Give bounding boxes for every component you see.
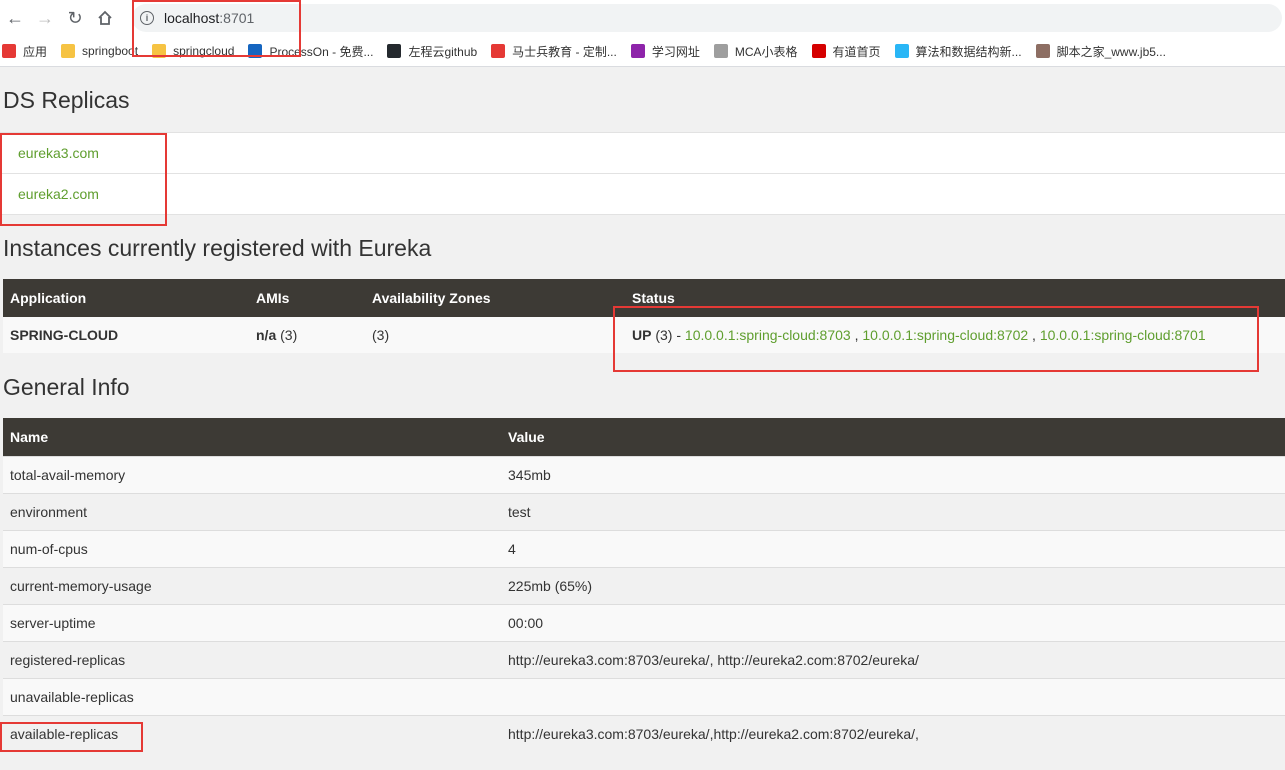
reload-icon[interactable]: ↻: [60, 3, 90, 33]
info-value: 345mb: [501, 456, 1285, 494]
info-value: [501, 678, 1285, 716]
mashibing-icon: [491, 44, 506, 58]
bookmark-label: 左程云github: [408, 44, 478, 59]
bookmark-label: 算法和数据结构新...: [915, 44, 1022, 59]
info-value: test: [501, 493, 1285, 531]
info-name: current-memory-usage: [3, 567, 501, 605]
browser-toolbar: ← → ↻ i localhost:8701: [0, 0, 1285, 36]
info-name: unavailable-replicas: [3, 678, 501, 716]
home-icon[interactable]: [90, 3, 120, 33]
replica-row: eureka2.com: [0, 173, 1285, 215]
diamond-icon: [894, 44, 909, 58]
apps-grid-icon: [2, 44, 16, 58]
youdao-icon: [811, 44, 826, 58]
ds-replicas-title: DS Replicas: [3, 87, 130, 113]
general-info-table: Name Value total-avail-memory 345mb enviro…: [3, 418, 1285, 752]
table-row: environment test: [3, 493, 1285, 531]
info-name: total-avail-memory: [3, 456, 501, 494]
bookmark-item[interactable]: 有道首页: [811, 43, 881, 60]
table-row: unavailable-replicas: [3, 678, 1285, 716]
table-row: current-memory-usage 225mb (65%): [3, 567, 1285, 605]
site-info-icon[interactable]: i: [140, 11, 154, 25]
general-info-title: General Info: [3, 374, 130, 400]
instance-link[interactable]: 10.0.0.1:spring-cloud:8701: [1040, 327, 1206, 343]
table-row: SPRING-CLOUD n/a (3) (3) UP (3) - 10.0.0…: [3, 317, 1285, 353]
amis-cell: n/a (3): [249, 317, 365, 353]
info-name: num-of-cpus: [3, 530, 501, 568]
info-name: registered-replicas: [3, 641, 501, 679]
link-separator: ,: [850, 327, 863, 343]
sheet-icon: [713, 44, 728, 58]
status-count: (3) -: [651, 327, 685, 343]
bookmark-item[interactable]: 学习网址: [630, 43, 700, 60]
folder-icon: [61, 44, 76, 58]
bookmark-label: MCA小表格: [734, 44, 798, 59]
info-name: available-replicas: [3, 715, 501, 752]
application-name: SPRING-CLOUD: [3, 317, 249, 353]
bookmark-label: 学习网址: [651, 44, 700, 59]
bookmark-item[interactable]: 算法和数据结构新...: [894, 43, 1022, 60]
info-name: server-uptime: [3, 604, 501, 642]
table-row: num-of-cpus 4: [3, 530, 1285, 568]
bookmark-label: 应用: [23, 44, 48, 59]
url-text: localhost:8701: [164, 10, 254, 26]
instances-table: Application AMIs Availability Zones Stat…: [3, 279, 1285, 353]
instances-title: Instances currently registered with Eure…: [3, 235, 432, 261]
forward-arrow-icon[interactable]: →: [30, 3, 60, 33]
bookmark-item[interactable]: 马士兵教育 - 定制...: [491, 43, 617, 60]
table-row: available-replicas http://eureka3.com:870…: [3, 715, 1285, 752]
bookmark-item[interactable]: 应用: [2, 43, 47, 60]
amis-count: (3): [276, 327, 298, 343]
bookmark-item[interactable]: springboot: [61, 44, 138, 58]
col-availability-zones: Availability Zones: [365, 279, 625, 317]
url-host: localhost: [164, 10, 220, 26]
bookmark-label: springboot: [82, 44, 139, 58]
info-value: 00:00: [501, 604, 1285, 642]
col-amis: AMIs: [249, 279, 365, 317]
info-value: http://eureka3.com:8703/eureka/, http://…: [501, 641, 1285, 679]
bookmark-label: 脚本之家_www.jb5...: [1056, 44, 1166, 59]
zones-cell: (3): [365, 317, 625, 353]
table-row: server-uptime 00:00: [3, 604, 1285, 642]
col-application: Application: [3, 279, 249, 317]
url-port: :8701: [219, 10, 255, 26]
jb51-icon: [1035, 44, 1050, 58]
instance-link[interactable]: 10.0.0.1:spring-cloud:8702: [862, 327, 1028, 343]
info-value: 4: [501, 530, 1285, 568]
bookmark-item[interactable]: 脚本之家_www.jb5...: [1035, 43, 1166, 60]
bookmark-icon: [630, 44, 645, 58]
address-bar[interactable]: i localhost:8701: [132, 4, 1282, 32]
table-row: registered-replicas http://eureka3.com:87…: [3, 641, 1285, 679]
instance-link[interactable]: 10.0.0.1:spring-cloud:8703: [685, 327, 851, 343]
back-arrow-icon[interactable]: ←: [0, 3, 30, 33]
github-icon: [387, 44, 402, 58]
status-cell: UP (3) - 10.0.0.1:spring-cloud:8703 , 10…: [625, 317, 1285, 353]
info-value: http://eureka3.com:8703/eureka/,http://e…: [501, 715, 1285, 752]
processon-icon: [248, 44, 263, 58]
status-value: UP: [632, 327, 652, 343]
table-row: total-avail-memory 345mb: [3, 456, 1285, 494]
bookmark-item[interactable]: MCA小表格: [713, 43, 798, 60]
bookmark-label: 有道首页: [832, 44, 881, 59]
col-value: Value: [501, 418, 1285, 457]
replica-link[interactable]: eureka3.com: [18, 145, 99, 161]
bookmark-label: ProcessOn - 免费...: [269, 44, 374, 59]
bookmark-label: 马士兵教育 - 定制...: [512, 44, 617, 59]
link-separator: ,: [1028, 327, 1040, 343]
col-name: Name: [3, 418, 501, 457]
bookmark-label: springcloud: [173, 44, 235, 58]
replica-link[interactable]: eureka2.com: [18, 186, 99, 202]
info-name: environment: [3, 493, 501, 531]
replica-row: eureka3.com: [0, 132, 1285, 173]
bookmark-item[interactable]: 左程云github: [387, 43, 477, 60]
bookmark-item[interactable]: ProcessOn - 免费...: [248, 43, 373, 60]
amis-value: n/a: [256, 327, 277, 343]
ds-replicas-list: eureka3.com eureka2.com: [0, 132, 1285, 215]
folder-icon: [152, 44, 167, 58]
bookmarks-bar: 应用 springboot springcloud ProcessOn - 免费...…: [0, 36, 1285, 67]
info-value: 225mb (65%): [501, 567, 1285, 605]
col-status: Status: [625, 279, 1285, 317]
bookmark-item[interactable]: springcloud: [152, 44, 234, 58]
